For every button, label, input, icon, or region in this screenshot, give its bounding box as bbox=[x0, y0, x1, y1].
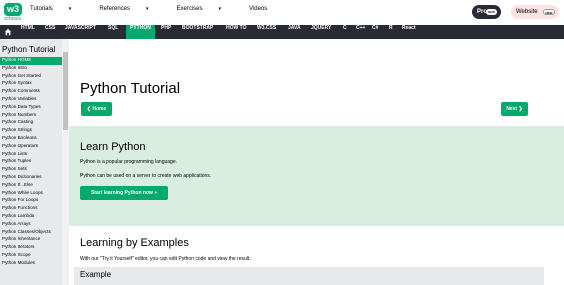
language-navbar: HTML CSS JAVASCRIPT SQL PYTHON PHP BOOTSTRAP HO… bbox=[0, 25, 564, 39]
sidebar-item[interactable]: Python Get Started bbox=[0, 73, 62, 81]
learn-title: Learn Python bbox=[80, 141, 146, 153]
top-menu-exercises[interactable]: Exercises ▾ bbox=[177, 6, 236, 12]
sidebar-item[interactable]: Python Lists bbox=[0, 151, 62, 159]
top-menu-label: References bbox=[99, 6, 130, 12]
sidebar-item[interactable]: Python Strings bbox=[0, 127, 62, 135]
main-content: Python Tutorial ❮ Home Next ❯ Learn Pyth… bbox=[69, 39, 564, 285]
sidebar-item[interactable]: Python Modules bbox=[0, 260, 62, 268]
sidebar-item[interactable]: Python HOME bbox=[0, 57, 62, 65]
caret-down-icon: ▾ bbox=[68, 6, 72, 12]
sidebar-item[interactable]: Python Tuples bbox=[0, 158, 62, 166]
top-menu-label: Exercises bbox=[176, 6, 203, 12]
sidebar-item[interactable]: Python If...Else bbox=[0, 182, 62, 190]
top-menu-videos[interactable]: Videos bbox=[249, 6, 281, 12]
sidebar: Python Tutorial Python HOME Python Intro P… bbox=[0, 39, 69, 285]
nav-item-c-[interactable]: C# bbox=[368, 25, 382, 39]
top-menu-tutorials[interactable]: Tutorials ▾ bbox=[30, 6, 85, 12]
sidebar-item[interactable]: Python Data Types bbox=[0, 104, 62, 112]
learn-paragraph-1: Python is a popular programming language… bbox=[80, 159, 178, 165]
sidebar-list: Python HOME Python Intro Python Get Starte… bbox=[0, 57, 62, 268]
sidebar-item[interactable]: Python Operators bbox=[0, 143, 62, 151]
nav-item-react[interactable]: React bbox=[398, 25, 420, 39]
logo-text: schools bbox=[4, 16, 21, 22]
nav-item-css[interactable]: CSS bbox=[41, 25, 59, 39]
page-title: Python Tutorial bbox=[80, 80, 181, 97]
sidebar-item[interactable]: Python Sets bbox=[0, 166, 62, 174]
sidebar-item[interactable]: Python Inheritance bbox=[0, 236, 62, 244]
sidebar-item[interactable]: Python Syntax bbox=[0, 80, 62, 88]
top-menu-label: Videos bbox=[249, 6, 268, 12]
home-icon[interactable] bbox=[4, 28, 12, 36]
caret-down-icon: ▾ bbox=[218, 6, 222, 12]
sidebar-item[interactable]: Python Arrays bbox=[0, 221, 62, 229]
nav-item-w3-css[interactable]: W3.CSS bbox=[253, 25, 280, 39]
nav-item-java[interactable]: JAVA bbox=[284, 25, 305, 39]
pro-new-badge: NEW bbox=[486, 9, 497, 15]
sidebar-item[interactable]: Python Casting bbox=[0, 119, 62, 127]
nav-item-c[interactable]: C bbox=[339, 25, 351, 39]
examples-section: Learning by Examples With our "Try it Yo… bbox=[69, 227, 564, 285]
nav-item-how-to[interactable]: HOW TO bbox=[222, 25, 250, 39]
examples-title: Learning by Examples bbox=[80, 237, 189, 249]
caret-down-icon: ▾ bbox=[146, 6, 149, 12]
nav-item-javascript[interactable]: JAVASCRIPT bbox=[61, 25, 100, 39]
sidebar-item[interactable]: Python Iterators bbox=[0, 244, 62, 252]
w3schools-logo[interactable]: w3 schools bbox=[4, 3, 22, 23]
sidebar-scroll-thumb[interactable] bbox=[63, 52, 68, 130]
sidebar-item[interactable]: Python Numbers bbox=[0, 112, 62, 120]
sidebar-item[interactable]: Python While Loops bbox=[0, 190, 62, 198]
example-card-title: Example bbox=[80, 270, 112, 279]
sidebar-title: Python Tutorial bbox=[2, 45, 56, 54]
next-button[interactable]: Next ❯ bbox=[501, 102, 528, 116]
examples-paragraph: With our "Try it Yourself" editor, you c… bbox=[80, 256, 251, 262]
nav-item-jquery[interactable]: JQUERY bbox=[307, 25, 335, 39]
pro-button[interactable]: Pro NEW bbox=[472, 5, 501, 19]
nav-item-php[interactable]: PHP bbox=[157, 25, 175, 39]
website-label: Website bbox=[516, 9, 538, 15]
sidebar-item[interactable]: Python Booleans bbox=[0, 135, 62, 143]
sidebar-item[interactable]: Python Lambda bbox=[0, 213, 62, 221]
nav-item-python[interactable]: PYTHON bbox=[126, 25, 155, 39]
example-card: Example bbox=[74, 267, 544, 285]
sidebar-item[interactable]: Python Variables bbox=[0, 96, 62, 104]
website-button[interactable]: Website NEW bbox=[511, 5, 559, 19]
learn-paragraph-2: Python can be used on a server to create… bbox=[80, 173, 212, 179]
nav-item-html[interactable]: HTML bbox=[17, 25, 39, 39]
sidebar-item[interactable]: Python Intro bbox=[0, 65, 62, 73]
sidebar-item[interactable]: Python Comments bbox=[0, 88, 62, 96]
sidebar-item[interactable]: Python Functions bbox=[0, 205, 62, 213]
nav-item-bootstrap[interactable]: BOOTSTRAP bbox=[178, 25, 217, 39]
learn-python-section: Learn Python Python is a popular program… bbox=[69, 126, 564, 226]
nav-item-sql[interactable]: SQL bbox=[104, 25, 122, 39]
logo-mark: w3 bbox=[4, 3, 22, 16]
top-menu: Tutorials ▾ References ▾ Exercises ▾ Videos bbox=[30, 6, 295, 12]
start-learning-button[interactable]: Start learning Python now » bbox=[80, 186, 168, 200]
home-button[interactable]: ❮ Home bbox=[81, 102, 112, 116]
sidebar-item[interactable]: Python Classes/Objects bbox=[0, 229, 62, 237]
website-new-badge: NEW bbox=[543, 9, 555, 15]
nav-item-r[interactable]: R bbox=[385, 25, 397, 39]
top-menu-label: Tutorials bbox=[30, 6, 53, 12]
sidebar-item[interactable]: Python For Loops bbox=[0, 197, 62, 205]
nav-item-c-[interactable]: C++ bbox=[352, 25, 369, 39]
sidebar-item[interactable]: Python Dictionaries bbox=[0, 174, 62, 182]
sidebar-item[interactable]: Python Scope bbox=[0, 252, 62, 260]
top-menu-references[interactable]: References ▾ bbox=[99, 6, 162, 12]
top-header: w3 schools Tutorials ▾ References ▾ Exercise… bbox=[0, 0, 564, 25]
